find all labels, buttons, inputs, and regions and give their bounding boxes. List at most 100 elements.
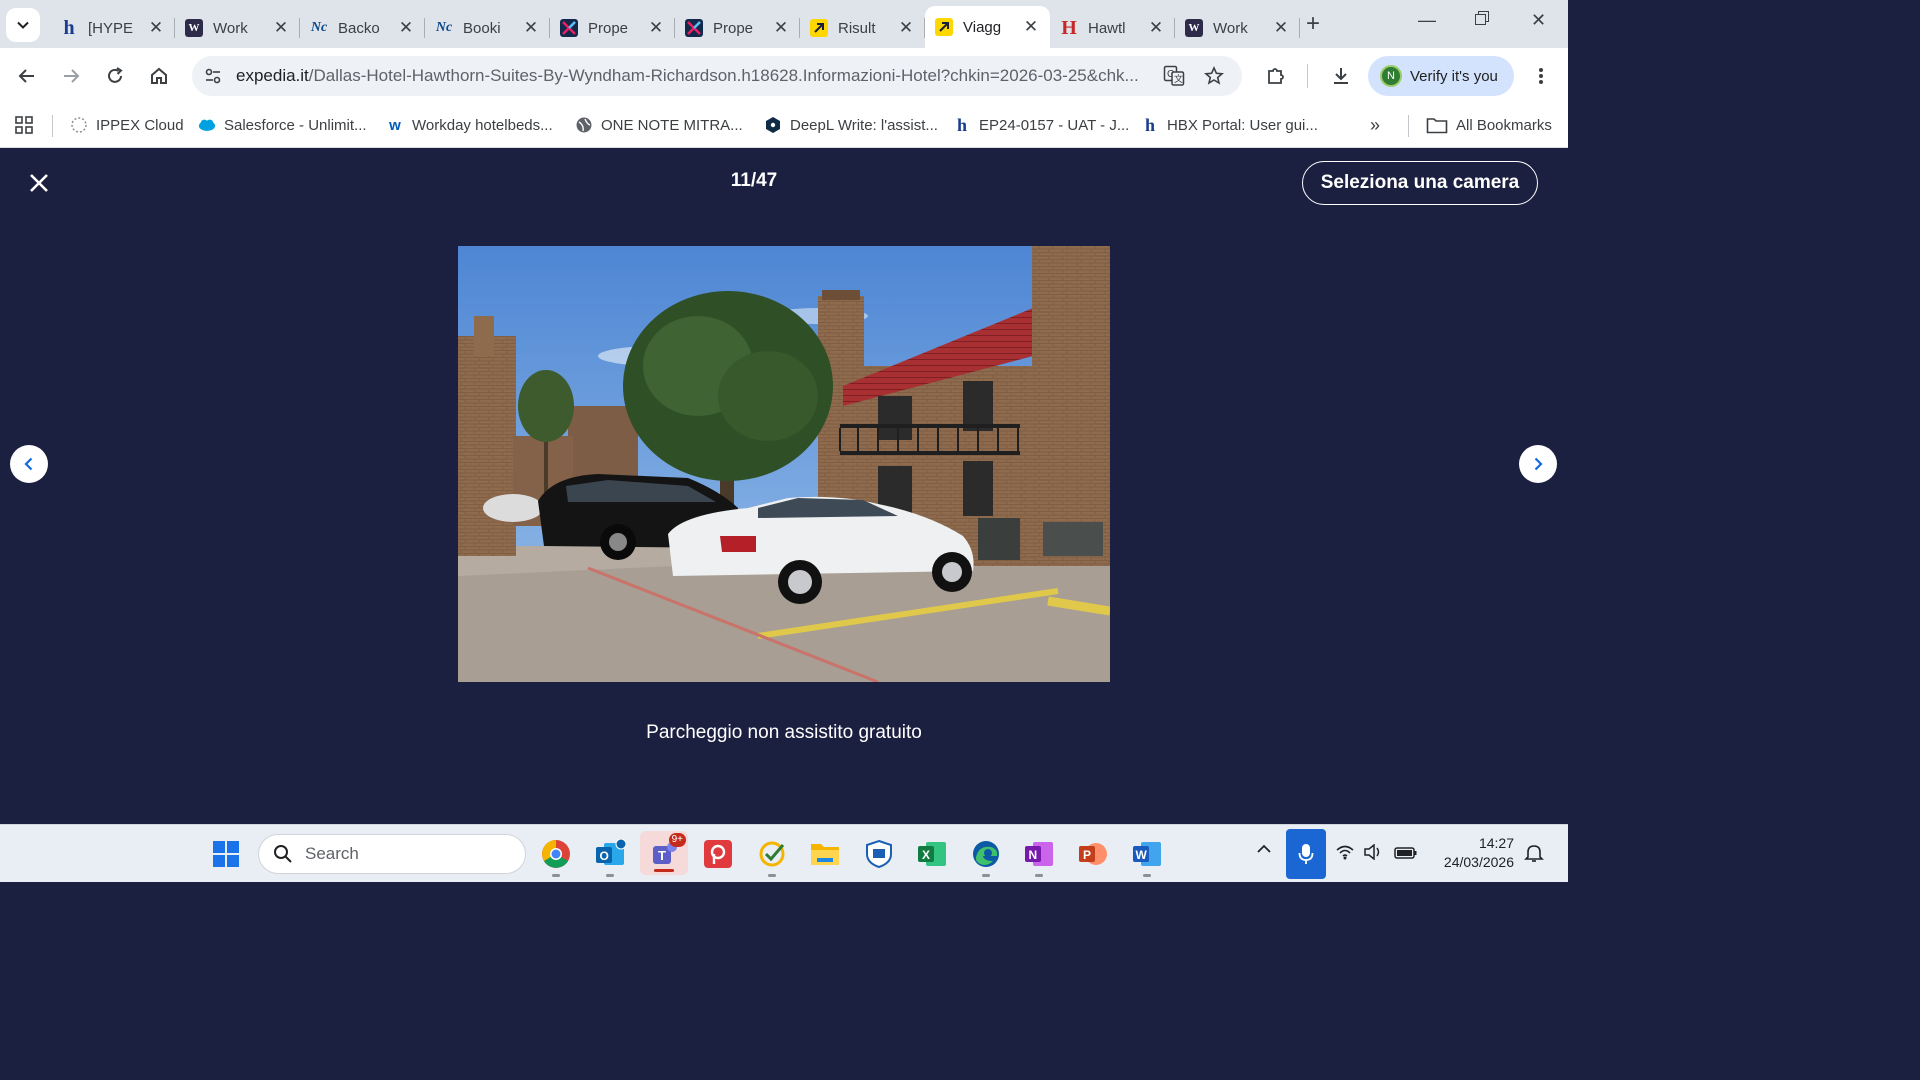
site-info-icon[interactable] <box>200 63 226 89</box>
battery-icon[interactable] <box>1394 844 1418 863</box>
extensions-icon[interactable] <box>1262 62 1290 90</box>
address-bar[interactable]: expedia.it/Dallas-Hotel-Hawthorn-Suites-… <box>192 56 1242 96</box>
tab-search-button[interactable] <box>6 8 40 42</box>
tab-title: Risult <box>838 19 876 37</box>
bookmark-item[interactable]: Salesforce - Unlimit... <box>198 114 367 136</box>
chevron-right-icon <box>1534 457 1543 471</box>
minimize-icon[interactable]: — <box>1418 10 1436 31</box>
tab[interactable]: Prope ✕ <box>550 10 675 46</box>
more-bookmarks-icon[interactable]: » <box>1370 114 1380 136</box>
file-explorer-icon[interactable] <box>808 837 842 871</box>
windows-start-icon[interactable] <box>209 837 243 871</box>
tab[interactable]: Prope ✕ <box>675 10 800 46</box>
tab-title: Booki <box>463 19 501 37</box>
close-icon[interactable]: ✕ <box>1272 18 1290 38</box>
nc-logo-icon: Nc <box>435 20 453 35</box>
pdf-app-icon[interactable] <box>701 837 735 871</box>
apps-grid-icon[interactable] <box>14 114 34 136</box>
close-icon[interactable]: ✕ <box>1022 17 1040 37</box>
edge-icon[interactable] <box>969 837 1003 877</box>
close-icon[interactable]: ✕ <box>897 18 915 38</box>
tab-strip: h [HYPE ✕ W Work ✕ Nc Backo ✕ Nc Booki ✕… <box>0 0 1568 48</box>
bookmark-item[interactable]: IPPEX Cloud <box>70 114 184 136</box>
close-icon[interactable]: ✕ <box>147 18 165 38</box>
avatar: N <box>1380 65 1402 87</box>
translate-icon[interactable]: G文 <box>1162 64 1186 88</box>
notification-bell-icon[interactable] <box>1524 843 1544 866</box>
tasks-app-icon[interactable] <box>755 837 789 877</box>
restore-icon[interactable] <box>1474 10 1490 31</box>
volume-icon[interactable] <box>1364 843 1382 863</box>
close-gallery-button[interactable] <box>26 170 52 196</box>
next-photo-button[interactable] <box>1519 445 1557 483</box>
teams-icon[interactable]: T 9+ <box>640 831 688 875</box>
wifi-icon[interactable] <box>1336 844 1354 863</box>
chrome-icon[interactable] <box>539 837 573 877</box>
tab-active[interactable]: Viagg ✕ <box>925 6 1050 48</box>
close-icon[interactable]: ✕ <box>522 18 540 38</box>
outlook-icon[interactable]: O <box>593 837 627 877</box>
chevron-left-icon <box>24 457 33 471</box>
close-icon[interactable]: ✕ <box>1147 18 1165 38</box>
windows-taskbar: Search O T 9+ X N P W 14:27 24/03/2026 <box>0 824 1568 882</box>
taskbar-search[interactable]: Search <box>258 834 526 874</box>
bookmark-item[interactable]: h HBX Portal: User gui... <box>1141 114 1318 136</box>
onenote-icon[interactable]: N <box>1022 837 1056 877</box>
tab[interactable]: W Work ✕ <box>175 10 300 46</box>
previous-photo-button[interactable] <box>10 445 48 483</box>
tab[interactable]: W Work ✕ <box>1175 10 1300 46</box>
toolbar-divider <box>1307 64 1308 88</box>
select-room-button[interactable]: Seleziona una camera <box>1302 161 1538 205</box>
powerpoint-icon[interactable]: P <box>1076 837 1110 871</box>
tab[interactable]: Nc Booki ✕ <box>425 10 550 46</box>
svg-text:文: 文 <box>1174 73 1183 85</box>
bookmark-star-icon[interactable] <box>1202 64 1226 88</box>
tab-title: Prope <box>713 19 754 37</box>
clock-date: 24/03/2026 <box>1443 854 1514 870</box>
new-tab-button[interactable]: + <box>1306 12 1320 36</box>
bookmark-label: DeepL Write: l'assist... <box>790 116 938 134</box>
profile-button[interactable]: N Verify it's you <box>1368 56 1514 96</box>
url-host: expedia.it <box>236 66 309 85</box>
back-icon[interactable] <box>13 62 41 90</box>
tab[interactable]: Nc Backo ✕ <box>300 10 425 46</box>
all-bookmarks-button[interactable]: All Bookmarks <box>1426 114 1552 136</box>
home-icon[interactable] <box>145 62 173 90</box>
tab[interactable]: h [HYPE ✕ <box>50 10 175 46</box>
hotelbeds-icon: h <box>956 114 967 135</box>
excel-icon[interactable]: X <box>915 837 949 871</box>
bookmark-item[interactable]: h EP24-0157 - UAT - J... <box>953 114 1129 136</box>
word-icon[interactable]: W <box>1130 837 1164 877</box>
microphone-icon[interactable] <box>1286 829 1326 879</box>
profile-label: Verify it's you <box>1410 67 1498 85</box>
nc-logo-icon: Nc <box>310 20 328 35</box>
bookmark-item[interactable]: DeepL Write: l'assist... <box>764 114 938 136</box>
close-icon[interactable]: ✕ <box>272 18 290 38</box>
more-menu-icon[interactable] <box>1527 62 1555 90</box>
download-icon[interactable] <box>1327 62 1355 90</box>
x-logo-icon <box>685 19 703 37</box>
close-icon[interactable]: ✕ <box>772 18 790 38</box>
running-indicator <box>606 874 614 877</box>
bookmark-item[interactable]: ONE NOTE MITRA... <box>575 114 743 136</box>
chevron-down-icon <box>17 21 29 29</box>
tab[interactable]: Risult ✕ <box>800 10 925 46</box>
teams-badge: 9+ <box>668 833 686 847</box>
bookmark-item[interactable]: w Workday hotelbeds... <box>386 114 552 136</box>
search-icon <box>274 845 292 863</box>
running-indicator <box>1035 874 1043 877</box>
security-shield-icon[interactable] <box>862 837 896 871</box>
tab[interactable]: H Hawtl ✕ <box>1050 10 1175 46</box>
running-indicator <box>768 874 776 877</box>
clock[interactable]: 14:27 24/03/2026 <box>1422 834 1514 872</box>
search-placeholder: Search <box>305 844 359 863</box>
hotel-photo <box>458 246 1110 682</box>
forward-icon[interactable] <box>57 62 85 90</box>
bookmark-label: IPPEX Cloud <box>96 116 184 134</box>
reload-icon[interactable] <box>101 62 129 90</box>
folder-icon <box>1426 116 1448 134</box>
close-icon[interactable]: ✕ <box>397 18 415 38</box>
chevron-up-icon[interactable] <box>1256 841 1272 860</box>
close-icon[interactable]: ✕ <box>647 18 665 38</box>
window-close-icon[interactable]: ✕ <box>1531 10 1546 31</box>
